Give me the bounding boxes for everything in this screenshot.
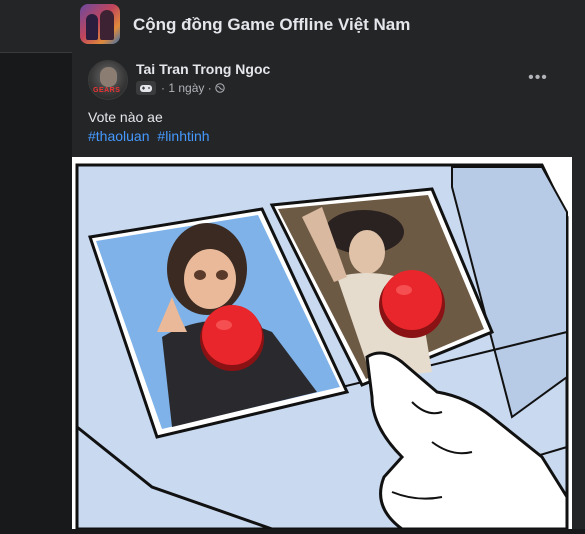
post-image[interactable] — [72, 157, 572, 531]
group-name[interactable]: Cộng đồng Game Offline Việt Nam — [133, 15, 410, 35]
avatar-face — [100, 67, 117, 87]
group-avatar-figure — [100, 10, 114, 40]
more-options-icon[interactable]: ••• — [524, 66, 552, 90]
post-meta: · 1 ngày · — [161, 81, 225, 95]
hashtag-link[interactable]: #thaoluan — [88, 128, 150, 144]
two-buttons-meme-image — [72, 157, 572, 531]
group-header: Cộng đồng Game Offline Việt Nam — [0, 0, 585, 53]
meta-separator: · — [207, 81, 212, 95]
post-time[interactable]: 1 ngày — [168, 81, 204, 95]
post-text: Vote nào ae — [88, 109, 163, 125]
group-avatar-figure — [86, 14, 98, 40]
hashtag-link[interactable]: #linhtinh — [157, 128, 209, 144]
author-name[interactable]: Tai Tran Trong Ngoc — [136, 61, 270, 77]
meta-separator: · — [161, 81, 165, 95]
avatar-logo-text: GEARS — [93, 87, 121, 94]
group-avatar[interactable] — [80, 4, 120, 44]
post-hashtags: #thaoluan #linhtinh — [88, 128, 214, 144]
post-card: GEARS Tai Tran Trong Ngoc · 1 ngày · •••… — [72, 52, 585, 531]
globe-icon — [215, 81, 225, 95]
gamepad-icon[interactable] — [136, 81, 156, 95]
author-avatar[interactable]: GEARS — [88, 60, 128, 100]
